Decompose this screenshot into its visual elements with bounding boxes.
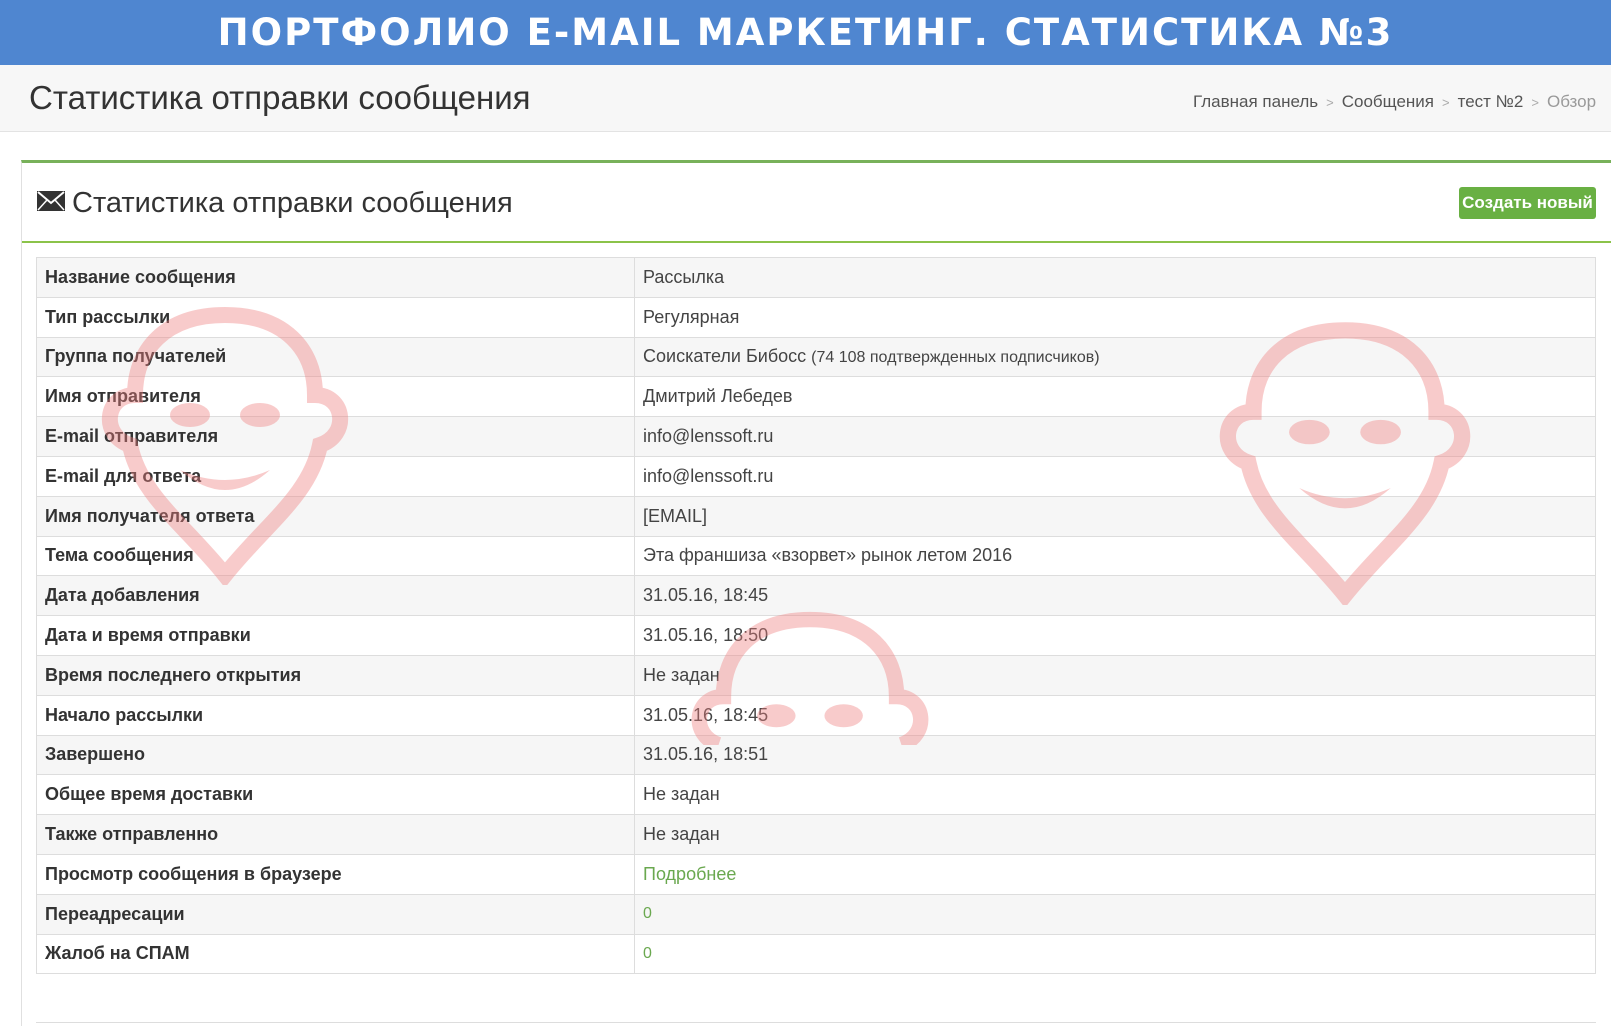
row-label: Время последнего открытия: [36, 654, 635, 696]
row-label: Имя отправителя: [36, 376, 635, 418]
row-value: 31.05.16, 18:50: [634, 615, 1596, 656]
table-row: Группа получателей Соискатели Бибосс (74 …: [36, 336, 1596, 378]
row-label: Завершено: [36, 734, 635, 776]
envelope-icon: [37, 191, 65, 211]
row-value: Регулярная: [634, 296, 1596, 338]
table-row: Начало рассылки 31.05.16, 18:45: [36, 694, 1596, 736]
page-title: Статистика отправки сообщения: [29, 79, 531, 116]
panel-header: Статистика отправки сообщения Создать но…: [22, 163, 1611, 243]
row-label: Начало рассылки: [36, 694, 635, 736]
breadcrumb-separator: >: [1442, 95, 1450, 110]
row-value: Не задан: [634, 814, 1596, 855]
table-row: E-mail для ответа info@lenssoft.ru: [36, 455, 1596, 497]
row-label: Также отправленно: [36, 814, 635, 855]
row-label: Просмотр сообщения в браузере: [36, 853, 635, 895]
row-label: E-mail для ответа: [36, 455, 635, 497]
recipient-group-name: Соискатели Бибосс: [643, 346, 807, 367]
row-label: Дата добавления: [36, 575, 635, 617]
row-value: info@lenssoft.ru: [634, 416, 1596, 457]
row-label: Имя получателя ответа: [36, 495, 635, 537]
breadcrumb-item-dashboard[interactable]: Главная панель: [1193, 92, 1318, 111]
row-label: Название сообщения: [36, 257, 635, 298]
banner-title: ПОРТФОЛИО E-MAIL МАРКЕТИНГ. СТАТИСТИКА №…: [217, 11, 1394, 54]
row-value: Эта франшиза «взорвет» рынок летом 2016: [634, 535, 1596, 577]
row-value: 31.05.16, 18:51: [634, 734, 1596, 776]
table-row: Просмотр сообщения в браузере Подробнее: [36, 853, 1596, 895]
row-value: Не задан: [634, 654, 1596, 696]
table-row: Дата и время отправки 31.05.16, 18:50: [36, 615, 1596, 656]
table-row: Завершено 31.05.16, 18:51: [36, 734, 1596, 776]
table-row: Переадресации 0: [36, 893, 1596, 935]
breadcrumb-item-messages[interactable]: Сообщения: [1342, 92, 1434, 111]
breadcrumb-separator: >: [1326, 95, 1334, 110]
row-label: E-mail отправителя: [36, 416, 635, 457]
row-label: Группа получателей: [36, 336, 635, 378]
panel-title: Статистика отправки сообщения: [72, 187, 513, 219]
breadcrumb: Главная панель > Сообщения > тест №2 > Обзор: [1193, 92, 1596, 112]
table-row: E-mail отправителя info@lenssoft.ru: [36, 416, 1596, 457]
table-row: Дата добавления 31.05.16, 18:45: [36, 575, 1596, 617]
view-in-browser-link[interactable]: Подробнее: [634, 853, 1596, 895]
page-header: Статистика отправки сообщения Главная па…: [0, 65, 1611, 132]
table-row: Жалоб на СПАМ 0: [36, 933, 1596, 975]
table-row: Также отправленно Не задан: [36, 814, 1596, 855]
table-row: Название сообщения Рассылка: [36, 257, 1596, 298]
row-value: [EMAIL]: [634, 495, 1596, 537]
table-row: Тема сообщения Эта франшиза «взорвет» рын…: [36, 535, 1596, 577]
row-value: info@lenssoft.ru: [634, 455, 1596, 497]
row-label: Тема сообщения: [36, 535, 635, 577]
row-value: 31.05.16, 18:45: [634, 694, 1596, 736]
top-banner: ПОРТФОЛИО E-MAIL МАРКЕТИНГ. СТАТИСТИКА №…: [0, 0, 1611, 65]
table-row: Имя отправителя Дмитрий Лебедев: [36, 376, 1596, 418]
row-value: Не задан: [634, 774, 1596, 816]
subscriber-count: (74 108 подтвержденных подписчиков): [811, 349, 1100, 367]
table-row: Тип рассылки Регулярная: [36, 296, 1596, 338]
row-label: Общее время доставки: [36, 774, 635, 816]
table-row: Время последнего открытия Не задан: [36, 654, 1596, 696]
spam-complaints-count[interactable]: 0: [634, 933, 1596, 975]
row-value: Дмитрий Лебедев: [634, 376, 1596, 418]
row-label: Тип рассылки: [36, 296, 635, 338]
row-value: Соискатели Бибосс (74 108 подтвержденных…: [634, 336, 1596, 378]
stats-table: Название сообщения Рассылка Тип рассылки Р…: [36, 257, 1596, 975]
table-footer-divider: [36, 1022, 1596, 1023]
redirects-count[interactable]: 0: [634, 893, 1596, 935]
table-row: Имя получателя ответа [EMAIL]: [36, 495, 1596, 537]
row-label: Переадресации: [36, 893, 635, 935]
row-value: 31.05.16, 18:45: [634, 575, 1596, 617]
breadcrumb-item-test[interactable]: тест №2: [1458, 92, 1524, 111]
row-label: Дата и время отправки: [36, 615, 635, 656]
create-new-button[interactable]: Создать новый: [1459, 187, 1596, 219]
breadcrumb-separator: >: [1531, 95, 1539, 110]
table-row: Общее время доставки Не задан: [36, 774, 1596, 816]
row-value: Рассылка: [634, 257, 1596, 298]
breadcrumb-item-overview: Обзор: [1546, 92, 1597, 111]
row-label: Жалоб на СПАМ: [36, 933, 635, 975]
